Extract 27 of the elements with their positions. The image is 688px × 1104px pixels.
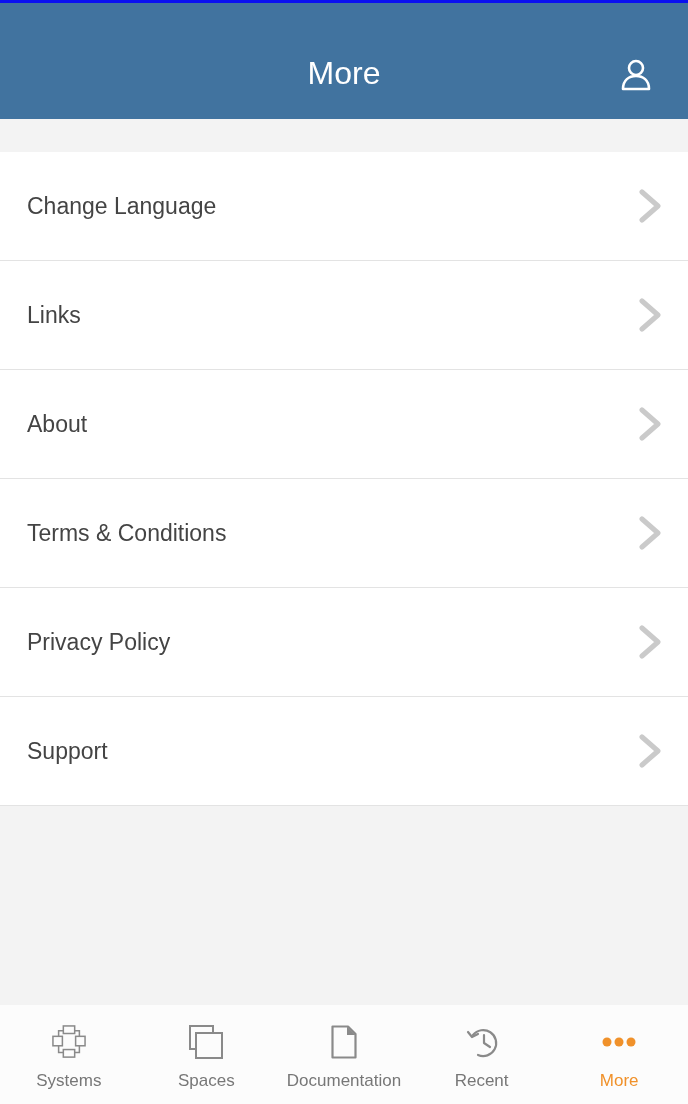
chevron-right-icon: [639, 625, 661, 659]
chevron-right-icon: [639, 189, 661, 223]
header-title: More: [307, 54, 381, 92]
chevron-right-icon: [639, 516, 661, 550]
tab-bar-item[interactable]: Recent: [412, 1005, 551, 1104]
user-icon: [620, 59, 652, 91]
tab-bar-item[interactable]: Documentation: [275, 1005, 413, 1104]
menu-label: Terms & Conditions: [27, 519, 227, 547]
tab-bar-item[interactable]: Systems: [0, 1005, 138, 1104]
network-nodes-icon: [50, 1025, 87, 1059]
menu-label: About: [27, 410, 88, 438]
tab-label: More: [599, 1071, 639, 1091]
overlapping-squares-icon: [189, 1025, 224, 1059]
tab-label: Systems: [36, 1071, 102, 1091]
menu-label: Privacy Policy: [27, 628, 171, 656]
tab-bar-item[interactable]: Spaces: [137, 1005, 276, 1104]
menu-label: Links: [27, 301, 81, 329]
chevron-right-icon: [639, 734, 661, 768]
menu-label: Support: [27, 737, 108, 765]
menu-label: Change Language: [27, 192, 217, 220]
tab-label: Spaces: [178, 1071, 235, 1091]
tab-label: Recent: [454, 1071, 509, 1091]
chevron-right-icon: [639, 407, 661, 441]
document-icon: [331, 1025, 357, 1059]
three-dots-icon: [602, 1037, 637, 1047]
chevron-right-icon: [639, 298, 661, 332]
tab-label: Documentation: [286, 1071, 402, 1091]
